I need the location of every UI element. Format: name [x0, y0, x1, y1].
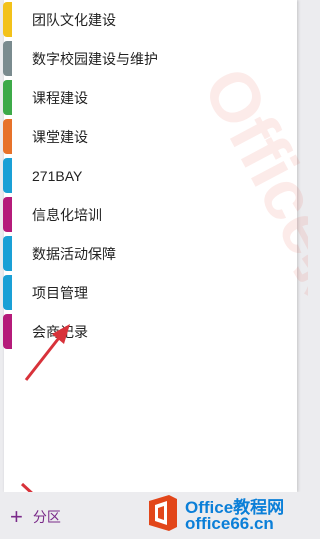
section-tab-color	[3, 41, 12, 76]
section-item-4[interactable]: 271BAY	[3, 156, 297, 195]
section-label: 数据活动保障	[32, 245, 116, 262]
section-tab-color	[3, 275, 12, 310]
add-section-label: 分区	[32, 509, 61, 525]
section-item-8[interactable]: 会商记录	[3, 312, 297, 351]
section-label: 271BAY	[32, 167, 83, 184]
section-item-2[interactable]: 课程建设	[3, 78, 297, 117]
add-section-button[interactable]: + 分区	[10, 506, 61, 528]
section-label: 团队文化建设	[32, 11, 116, 28]
section-label: 数字校园建设与维护	[32, 50, 158, 67]
section-label: 课堂建设	[32, 128, 88, 145]
section-tab-color	[3, 119, 12, 154]
section-label: 课程建设	[32, 89, 88, 106]
section-list: 团队文化建设 数字校园建设与维护 课程建设 课堂建设 271BAY 信息化培训 …	[3, 0, 297, 351]
office-logo-icon	[149, 495, 177, 531]
section-tab-color	[3, 80, 12, 115]
plus-icon: +	[10, 504, 23, 529]
section-item-5[interactable]: 信息化培训	[3, 195, 297, 234]
section-item-3[interactable]: 课堂建设	[3, 117, 297, 156]
section-tab-color	[3, 314, 12, 349]
section-label: 会商记录	[32, 323, 88, 340]
section-tab-color	[3, 2, 12, 37]
section-tab-color	[3, 197, 12, 232]
section-item-7[interactable]: 项目管理	[3, 273, 297, 312]
section-label: 信息化培训	[32, 206, 102, 223]
section-tab-color	[3, 158, 12, 193]
section-item-6[interactable]: 数据活动保障	[3, 234, 297, 273]
office-logo: Office教程网 office66.cn	[143, 490, 305, 536]
section-label: 项目管理	[32, 284, 88, 301]
section-item-0[interactable]: 团队文化建设	[3, 0, 297, 39]
section-tab-color	[3, 236, 12, 271]
logo-url: office66.cn	[185, 514, 274, 533]
section-item-1[interactable]: 数字校园建设与维护	[3, 39, 297, 78]
sections-panel: 团队文化建设 数字校园建设与维护 课程建设 课堂建设 271BAY 信息化培训 …	[3, 0, 297, 492]
